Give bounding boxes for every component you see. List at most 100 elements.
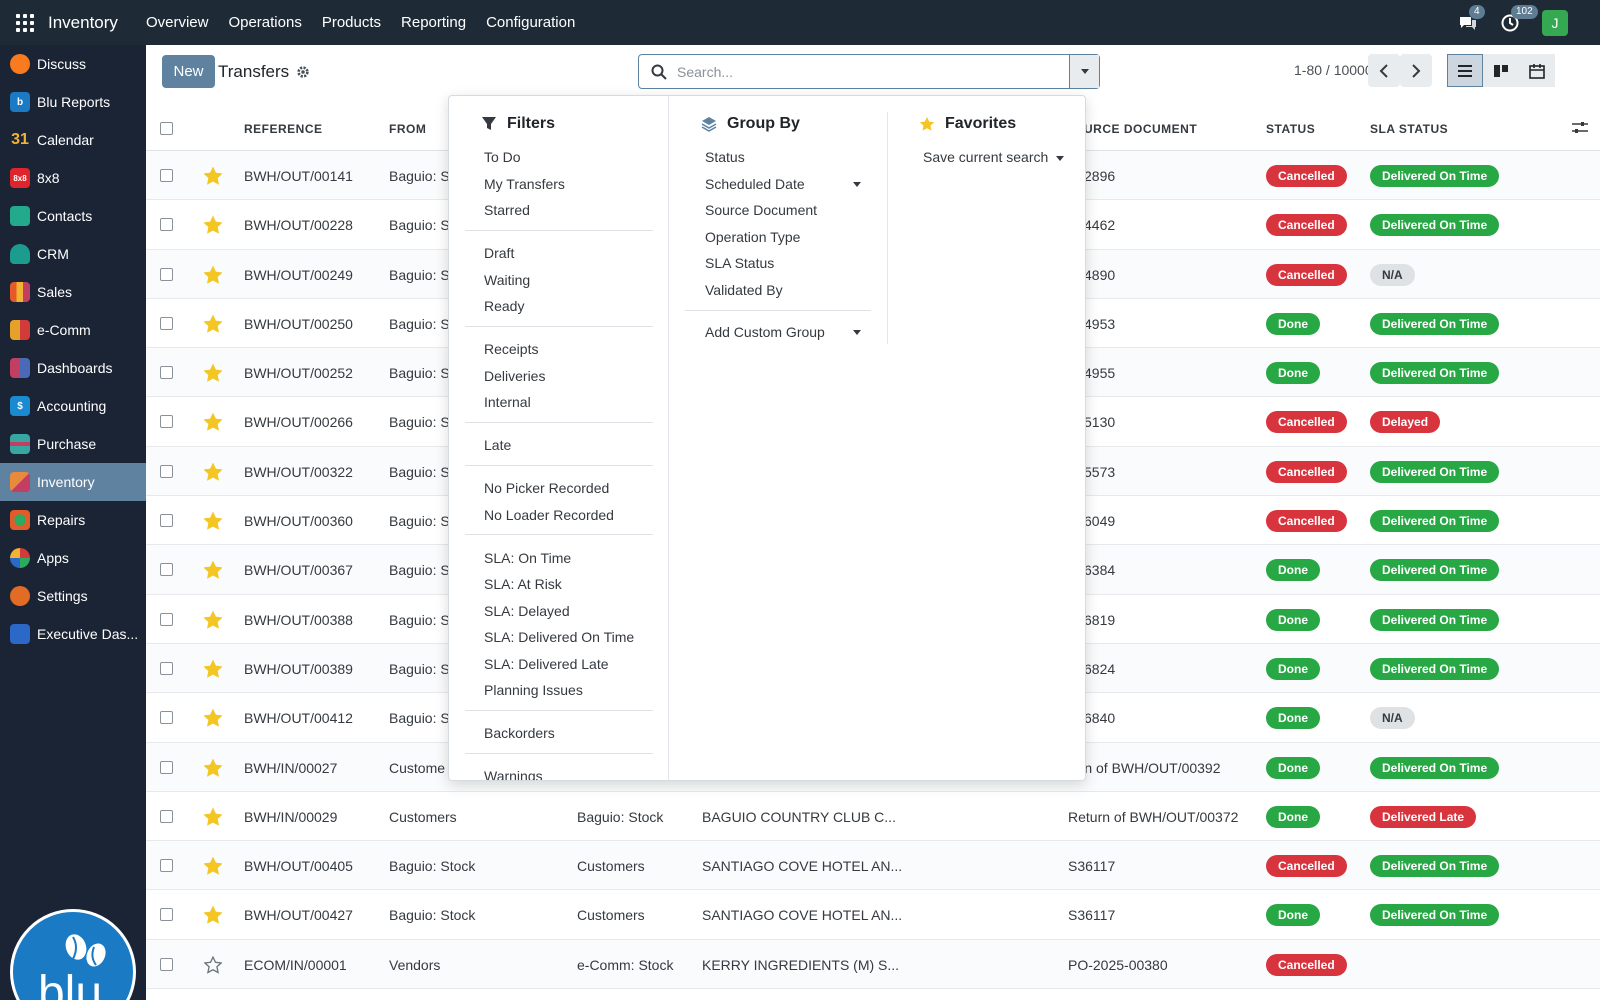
row-checkbox[interactable] [160,514,173,528]
row-checkbox[interactable] [160,563,173,577]
star-icon[interactable] [204,413,222,432]
row-checkbox[interactable] [160,809,173,823]
group-by-scheduled-date[interactable]: Scheduled Date [705,176,865,192]
star-icon[interactable] [204,462,222,481]
menu-operations[interactable]: Operations [218,14,311,31]
star-icon[interactable] [204,807,222,826]
pager-next-button[interactable] [1400,54,1432,87]
menu-reporting[interactable]: Reporting [391,14,476,31]
table-row[interactable]: BWH/OUT/00427 Baguio: Stock Customers SANTI… [146,890,1600,940]
gear-icon[interactable] [296,65,310,79]
filter-sla-delivered-on-time[interactable]: SLA: Delivered On Time [484,629,634,645]
row-checkbox[interactable] [160,957,173,971]
filter-warnings[interactable]: Warnings [484,768,543,780]
sidebar-item-apps[interactable]: Apps [0,539,146,577]
row-checkbox[interactable] [160,464,173,478]
row-checkbox[interactable] [160,711,173,725]
sidebar-item-ecomm[interactable]: e-Comm [0,311,146,349]
group-by-sla-status[interactable]: SLA Status [705,255,774,271]
group-by-validated-by[interactable]: Validated By [705,282,783,298]
star-icon[interactable] [204,216,222,234]
user-avatar[interactable]: J [1542,9,1568,36]
sidebar-item-dashboards[interactable]: Dashboards [0,349,146,387]
filter-no-loader-recorded[interactable]: No Loader Recorded [484,507,614,523]
sidebar-item-contacts[interactable]: Contacts [0,197,146,235]
new-button[interactable]: New [162,55,215,88]
group-by-operation-type[interactable]: Operation Type [705,229,800,245]
filter-receipts[interactable]: Receipts [484,341,538,357]
sidebar-item-discuss[interactable]: Discuss [0,45,146,83]
filter-planning-issues[interactable]: Planning Issues [484,682,583,698]
column-header-sla-status[interactable]: SLA STATUS [1370,122,1448,136]
column-header-from[interactable]: FROM [389,122,426,136]
menu-configuration[interactable]: Configuration [476,14,585,31]
sidebar-item-accounting[interactable]: $ Accounting [0,387,146,425]
messages-icon[interactable]: 4 [1458,4,1485,33]
sidebar-item-executive-dashboard[interactable]: Executive Das... [0,615,146,653]
search-options-toggle[interactable] [1069,55,1099,88]
filter-ready[interactable]: Ready [484,298,524,314]
row-checkbox[interactable] [160,218,173,232]
filter-late[interactable]: Late [484,437,511,453]
sidebar-item-repairs[interactable]: Repairs [0,501,146,539]
row-checkbox[interactable] [160,415,173,429]
row-checkbox[interactable] [160,366,173,380]
filter-to-do[interactable]: To Do [484,149,521,165]
row-checkbox[interactable] [160,908,173,922]
filter-sla-on-time[interactable]: SLA: On Time [484,550,571,566]
star-icon[interactable] [204,167,222,185]
activities-icon[interactable]: 102 [1500,4,1538,33]
filter-draft[interactable]: Draft [484,245,514,261]
column-header-source-document[interactable]: URCE DOCUMENT [1084,122,1197,136]
star-icon[interactable] [204,265,222,284]
column-header-reference[interactable]: REFERENCE [244,122,323,136]
row-checkbox[interactable] [160,760,173,774]
star-icon[interactable] [204,857,222,875]
sidebar-item-calendar[interactable]: 31 Calendar [0,121,146,159]
app-name[interactable]: Inventory [48,13,118,33]
calendar-view-button[interactable] [1519,54,1555,87]
sidebar-item-8x8[interactable]: 8x8 8x8 [0,159,146,197]
sidebar-item-purchase[interactable]: Purchase [0,425,146,463]
save-current-search[interactable]: Save current search [923,149,1065,165]
filter-sla-at-risk[interactable]: SLA: At Risk [484,576,562,592]
group-by-source-document[interactable]: Source Document [705,202,817,218]
sidebar-item-sales[interactable]: Sales [0,273,146,311]
list-view-button[interactable] [1447,54,1483,87]
star-icon[interactable] [204,955,222,974]
filter-backorders[interactable]: Backorders [484,725,555,741]
filter-starred[interactable]: Starred [484,202,530,218]
table-row[interactable]: BWH/IN/00029 Customers Baguio: Stock BAGUIO… [146,792,1600,842]
star-icon[interactable] [204,709,222,727]
sidebar-item-blu-reports[interactable]: b Blu Reports [0,83,146,121]
row-checkbox[interactable] [160,316,173,330]
sidebar-item-settings[interactable]: Settings [0,577,146,615]
kanban-view-button[interactable] [1483,54,1519,87]
apps-menu-icon[interactable] [16,13,34,32]
filter-no-picker-recorded[interactable]: No Picker Recorded [484,480,609,496]
row-checkbox[interactable] [160,859,173,873]
sidebar-item-inventory[interactable]: Inventory [0,463,146,501]
column-header-status[interactable]: STATUS [1266,122,1315,136]
row-checkbox[interactable] [160,267,173,281]
filter-sla-delayed[interactable]: SLA: Delayed [484,603,570,619]
column-settings-icon[interactable] [1572,121,1588,135]
row-checkbox[interactable] [160,169,173,182]
star-icon[interactable] [204,906,222,925]
star-icon[interactable] [204,512,222,530]
filter-waiting[interactable]: Waiting [484,272,530,288]
star-icon[interactable] [204,314,222,333]
filter-internal[interactable]: Internal [484,394,531,410]
filter-my-transfers[interactable]: My Transfers [484,176,565,192]
star-icon[interactable] [204,659,222,678]
select-all-checkbox[interactable] [160,122,173,135]
star-icon[interactable] [204,364,222,382]
sidebar-item-crm[interactable]: CRM [0,235,146,273]
filter-sla-delivered-late[interactable]: SLA: Delivered Late [484,656,609,672]
group-by-status[interactable]: Status [705,149,745,165]
table-row[interactable]: ECOM/IN/00001 Vendors e-Comm: Stock KERRY I… [146,939,1600,990]
star-icon[interactable] [204,610,222,629]
filter-deliveries[interactable]: Deliveries [484,368,545,384]
star-icon[interactable] [204,758,222,777]
search-input[interactable] [677,63,1069,80]
